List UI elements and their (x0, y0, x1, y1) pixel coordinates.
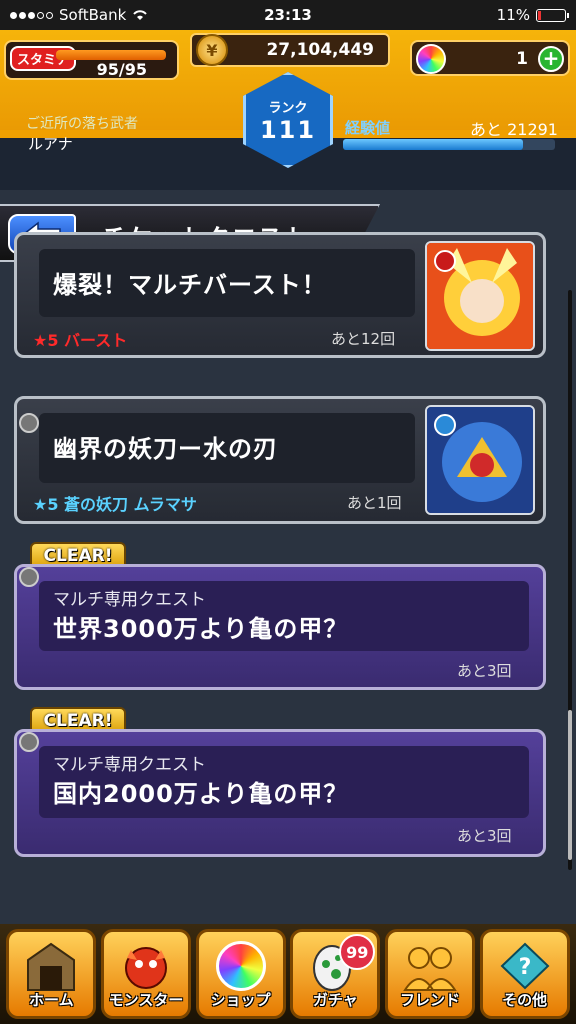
quest-category: マルチ専用クエスト (53, 755, 206, 775)
quest-item[interactable]: マルチ専用クエスト 国内2000万より亀の甲？ あと3回 (14, 729, 546, 857)
add-orb-button[interactable]: + (538, 46, 564, 72)
wifi-icon (132, 9, 148, 21)
rank-value: 111 (259, 115, 317, 144)
quest-remaining: あと1回 (347, 494, 402, 512)
nav-label: フレンド (399, 991, 460, 1009)
nav-label: ホーム (29, 991, 74, 1009)
gold-coin-icon: ¥ (196, 34, 228, 66)
quest-name: 国内2000万より亀の甲？ (53, 780, 349, 808)
quest-remaining: あと12回 (331, 330, 396, 348)
quest-name: 幽界の妖刀ー水の刃 (53, 435, 278, 463)
exp-bar (343, 139, 555, 150)
friends-icon (401, 940, 459, 992)
quest-category: マルチ専用クエスト (53, 590, 206, 610)
signal-icon (10, 11, 53, 19)
quest-remaining: あと3回 (457, 827, 512, 845)
nav-label: ショップ (210, 991, 271, 1009)
clock: 23:13 (264, 6, 312, 24)
pin-icon (19, 413, 39, 433)
quest-item[interactable]: 爆裂！マルチバースト！ ★5 バースト あと12回 (14, 232, 546, 358)
battery-percent: 11% (496, 6, 530, 24)
orb-icon (416, 44, 446, 74)
quest-item[interactable]: マルチ専用クエスト 世界3000万より亀の甲？ あと3回 (14, 564, 546, 690)
battery-icon (536, 8, 569, 22)
nav-label: モンスター (108, 991, 184, 1009)
pin-icon (19, 732, 39, 752)
carrier-name: SoftBank (59, 6, 127, 24)
gold-counter: ¥ 27,104,449 (190, 33, 390, 67)
quest-remaining: あと3回 (457, 662, 512, 680)
scrollbar[interactable] (568, 290, 572, 870)
rank-label: ランク (268, 100, 308, 116)
player-title: ご近所の落ち武者 (26, 116, 138, 132)
nav-shop-button[interactable]: ショップ (195, 929, 286, 1019)
stamina-meter: スタミナ 95/95 (4, 40, 179, 80)
dragon-icon (117, 940, 175, 992)
exp-remaining: あと 21291 (470, 120, 558, 139)
nav-home-button[interactable]: ホーム (6, 929, 97, 1019)
orb-counter[interactable]: 1 + (410, 40, 570, 76)
nav-label: ガチャ (312, 991, 358, 1009)
quest-name: 世界3000万より亀の甲？ (53, 615, 349, 643)
home-gate-icon (22, 940, 80, 992)
monster-thumbnail (425, 241, 535, 351)
orb-icon (212, 940, 270, 992)
nav-monster-button[interactable]: モンスター (100, 929, 191, 1019)
monster-thumbnail (425, 405, 535, 515)
bottom-nav: ホーム モンスター ショップ 99 ガチャ フレンド ? その他 (0, 924, 576, 1024)
quest-item[interactable]: 幽界の妖刀ー水の刃 ★5 蒼の妖刀 ムラマサ あと1回 (14, 396, 546, 524)
status-bar: SoftBank 23:13 11% (0, 0, 576, 30)
pin-icon (19, 567, 39, 587)
nav-gacha-button[interactable]: 99 ガチャ (290, 929, 381, 1019)
nav-label: その他 (502, 991, 548, 1009)
quest-reward: ★5 蒼の妖刀 ムラマサ (33, 495, 197, 514)
nav-other-button[interactable]: ? その他 (479, 929, 570, 1019)
gacha-count-badge: 99 (339, 934, 376, 970)
exp-label: 経験値 (345, 119, 391, 137)
stamina-bar (56, 50, 166, 60)
orb-value: 1 (516, 49, 528, 69)
player-name: ルアナ (28, 135, 73, 153)
svg-text:?: ? (518, 955, 531, 980)
gold-value: 27,104,449 (266, 40, 374, 60)
quest-name: 爆裂！マルチバースト！ (53, 271, 327, 299)
nav-friend-button[interactable]: フレンド (384, 929, 475, 1019)
stamina-value: 95/95 (96, 60, 147, 79)
other-menu-icon: ? (496, 940, 554, 992)
quest-reward: ★5 バースト (33, 331, 128, 350)
